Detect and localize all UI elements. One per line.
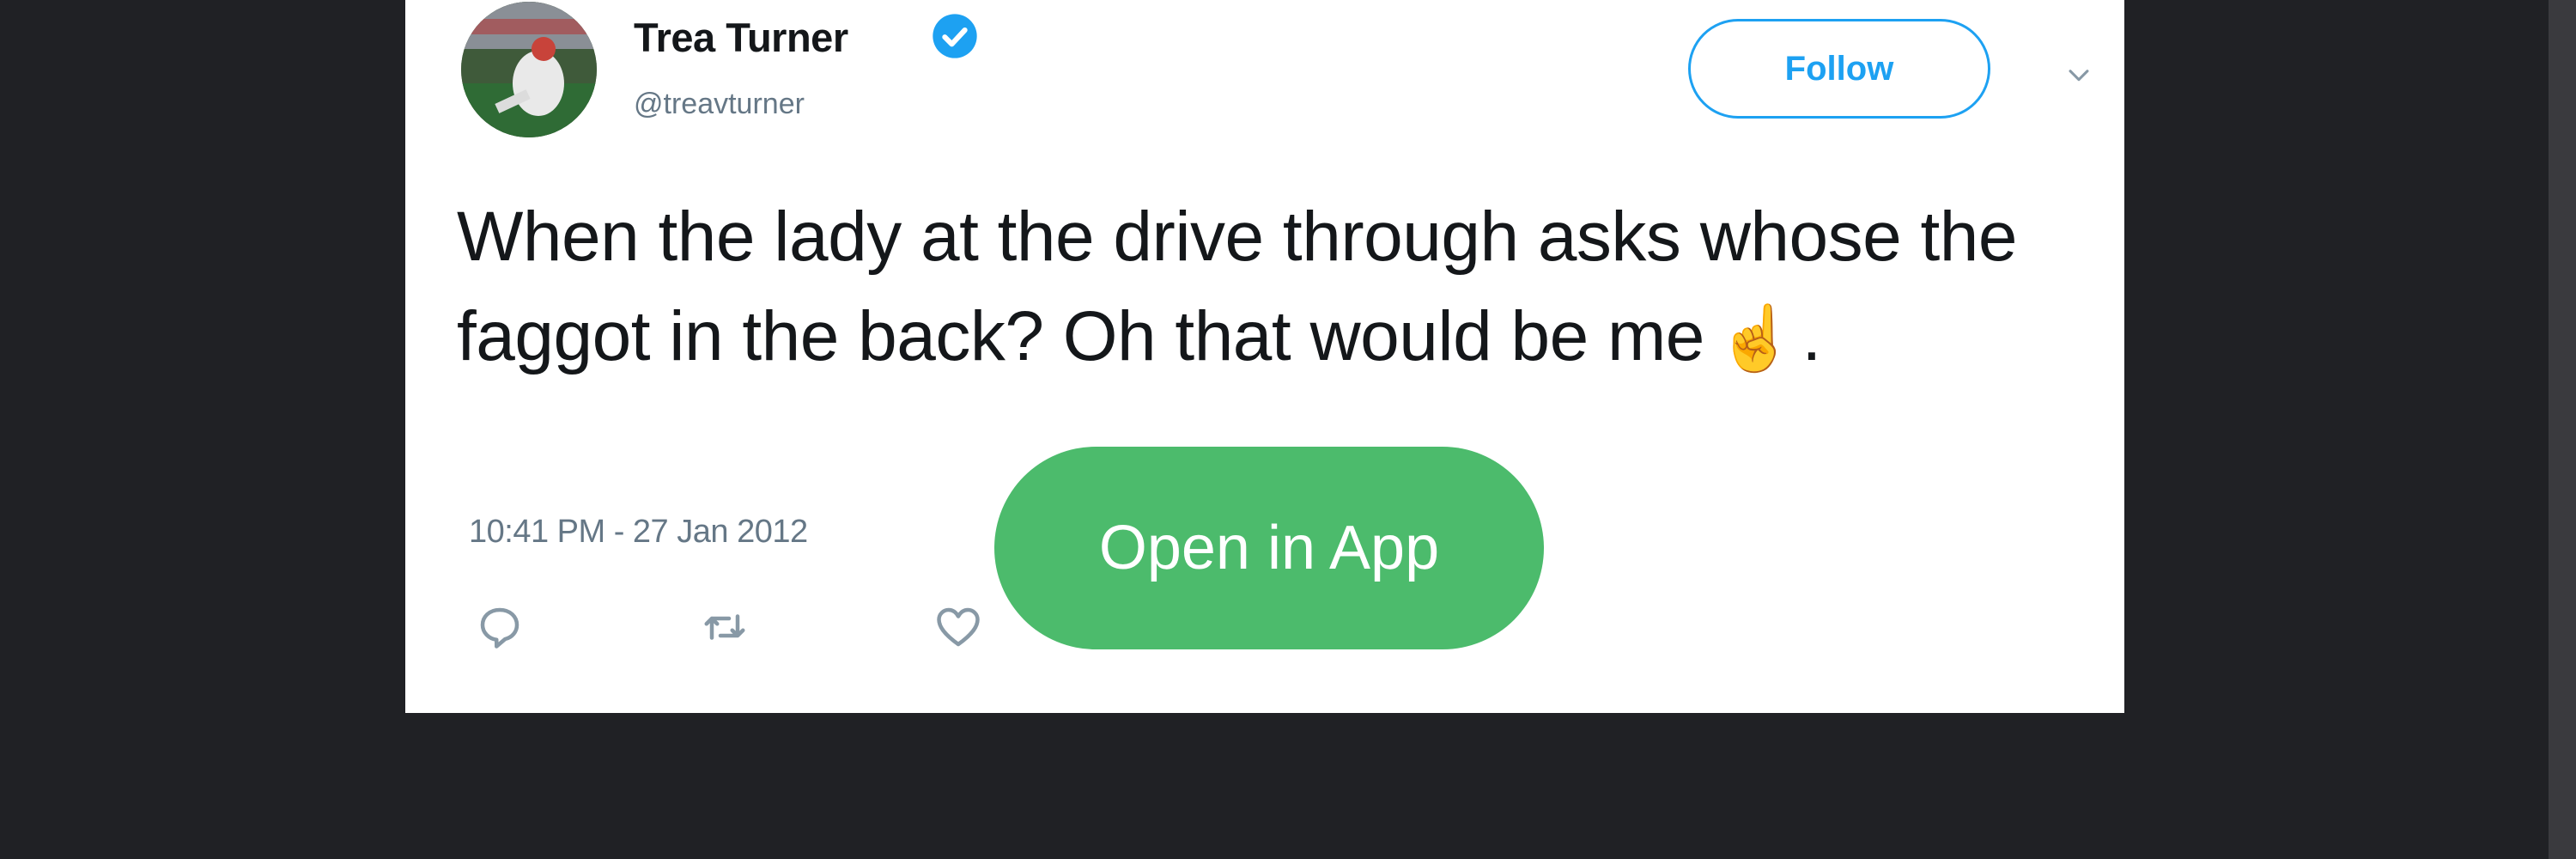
pointing-up-emoji: ☝ <box>1716 302 1795 374</box>
retweet-icon[interactable] <box>699 601 750 653</box>
tweet-text: When the lady at the drive through asks … <box>457 187 2105 388</box>
tweet-timestamp[interactable]: 10:41 PM - 27 Jan 2012 <box>469 514 808 551</box>
follow-button[interactable]: Follow <box>1688 19 1990 119</box>
author-display-name[interactable]: Trea Turner <box>634 14 848 61</box>
tweet-card: Trea Turner @treavturner Follow When the… <box>405 0 2124 713</box>
right-edge-strip <box>2549 0 2576 859</box>
reply-icon[interactable] <box>474 601 526 653</box>
open-in-app-button[interactable]: Open in App <box>994 447 1544 649</box>
tweet-text-tail: . <box>1801 297 1822 375</box>
author-handle[interactable]: @treavturner <box>634 88 805 121</box>
verified-badge-icon <box>933 14 977 58</box>
avatar[interactable] <box>461 2 597 137</box>
chevron-down-icon[interactable] <box>2064 60 2093 89</box>
like-icon[interactable] <box>933 601 984 653</box>
avatar-photo <box>461 2 597 137</box>
